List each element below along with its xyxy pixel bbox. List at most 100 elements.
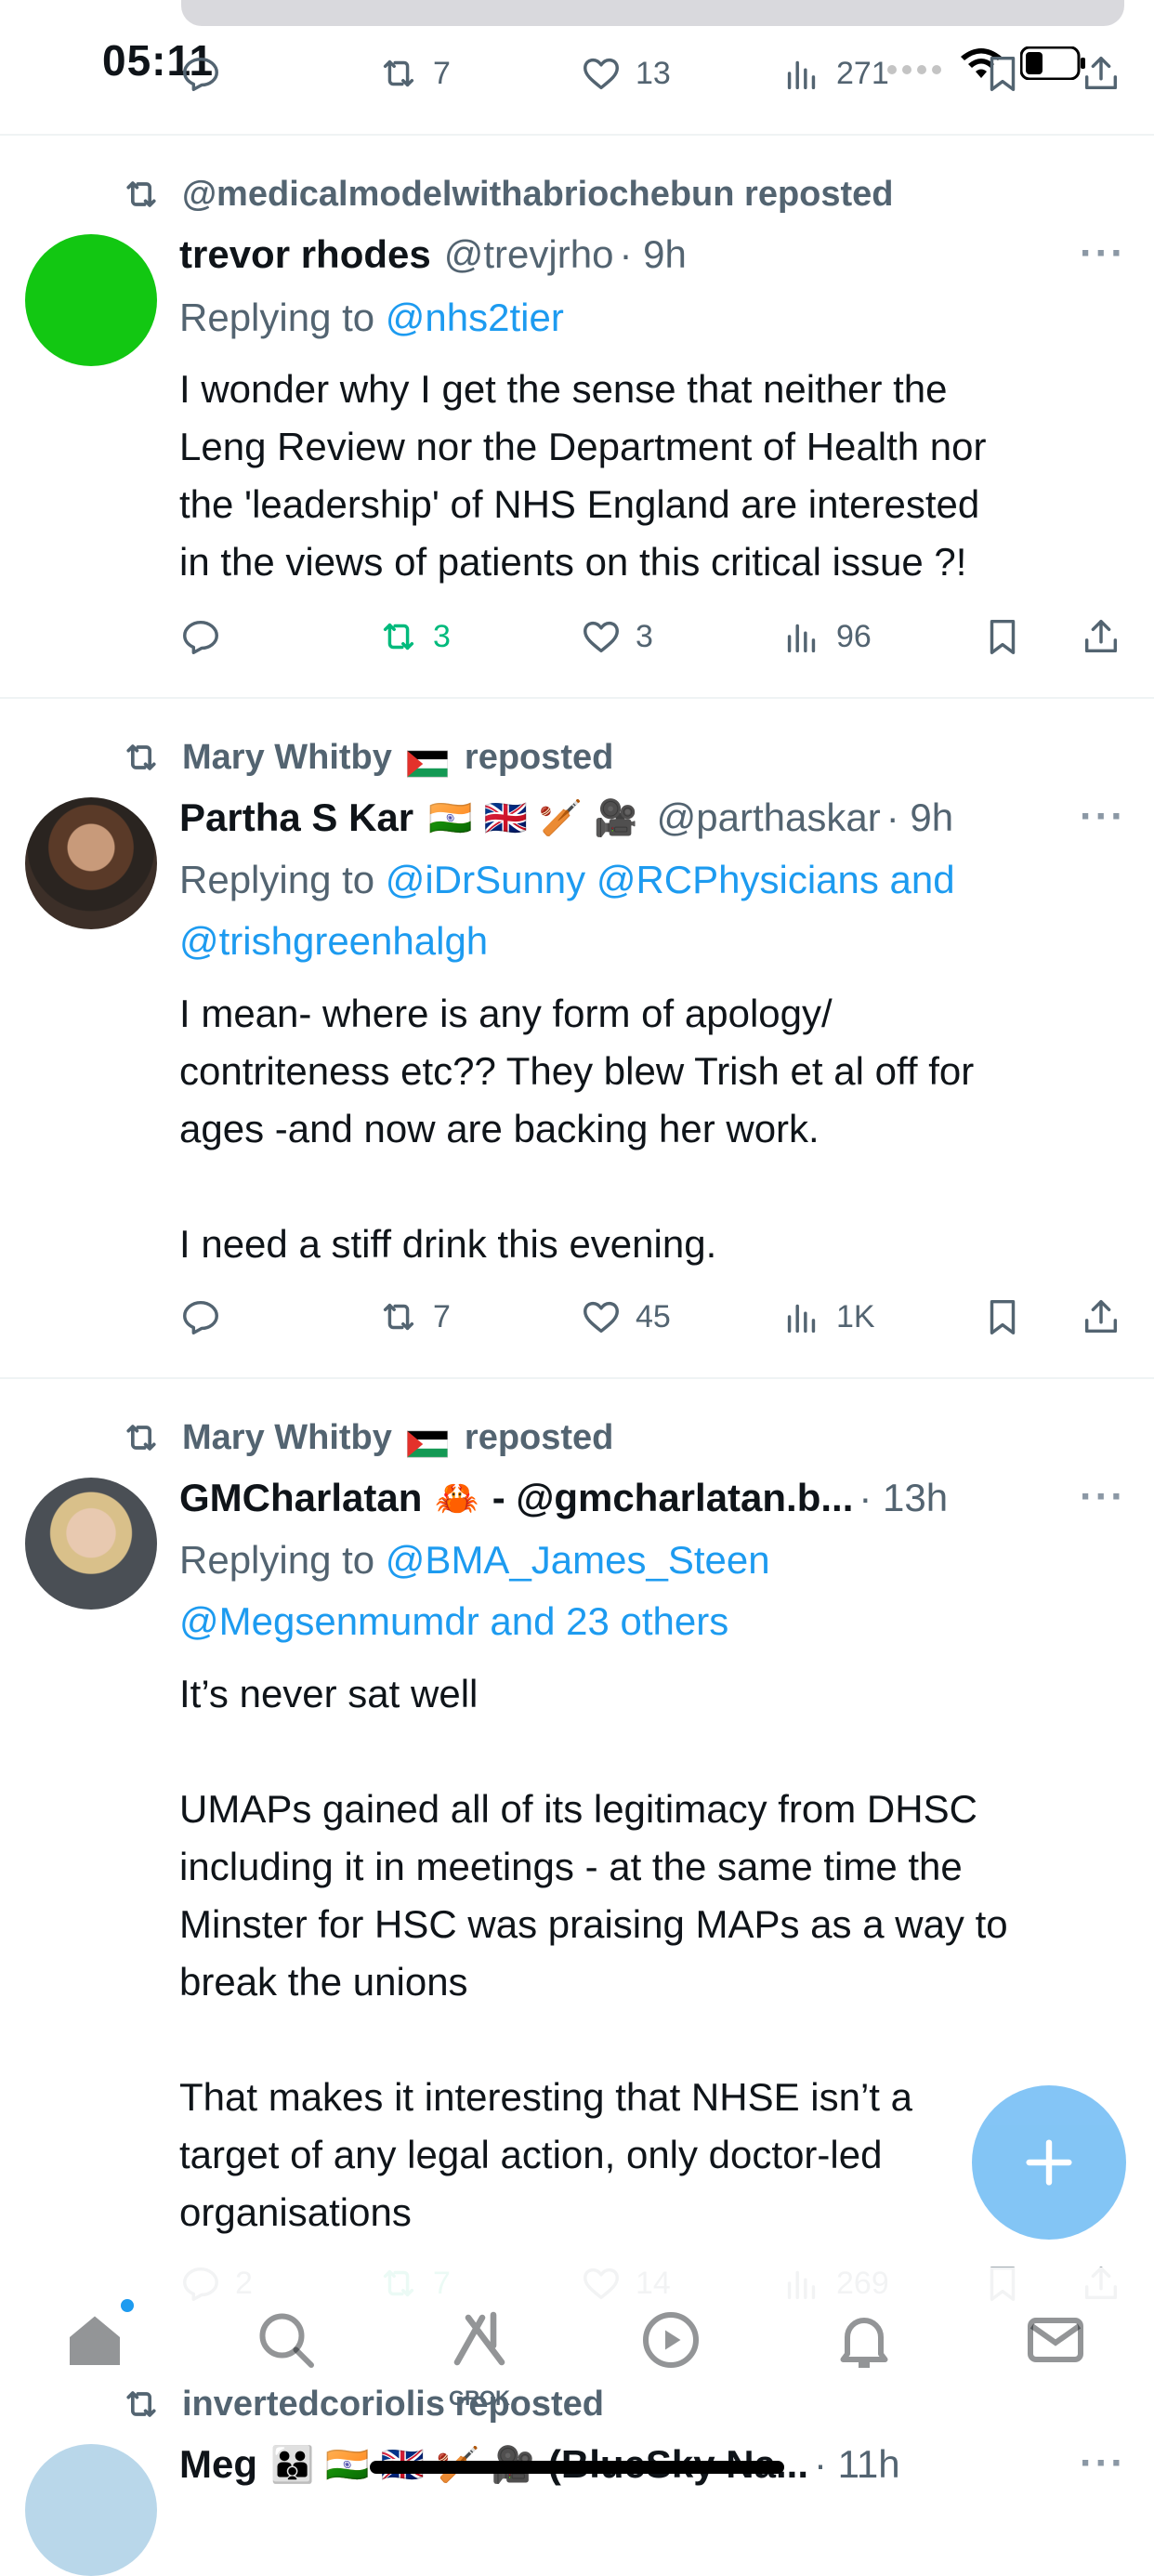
bookmark-button[interactable]: [981, 604, 1024, 669]
avatar[interactable]: [25, 234, 157, 366]
share-button[interactable]: [1080, 604, 1122, 669]
share-button[interactable]: [1080, 41, 1122, 106]
reply-icon: [183, 1300, 218, 1334]
notification-dot: [121, 2299, 134, 2312]
share-icon: [1084, 56, 1118, 90]
tweet-text: I wonder why I get the sense that neithe…: [179, 367, 987, 584]
tweet-header: Partha S Kar 🇮🇳 🇬🇧 🏏 🎥 @parthaskar · 9h: [179, 790, 953, 846]
tweet-text: I mean- where is any form of apology/ co…: [179, 992, 975, 1266]
author-name[interactable]: trevor rhodes: [179, 232, 431, 277]
retweet-count: 7: [433, 1298, 451, 1334]
replying-to: Replying to @nhs2tier: [179, 287, 564, 348]
author-handle[interactable]: @trevjrho: [444, 232, 614, 277]
reply-target-link[interactable]: @iDrSunny @RCPhysicians and: [386, 858, 955, 901]
replying-to-label: Replying to: [179, 296, 386, 339]
views-button[interactable]: 96: [780, 604, 872, 669]
views-button[interactable]: 1K: [780, 1284, 875, 1349]
author-name[interactable]: Meg: [179, 2442, 257, 2487]
tweet-divider: [0, 134, 1154, 136]
like-count: 45: [636, 1298, 671, 1334]
like-icon: [584, 58, 619, 90]
reply-icon: [183, 57, 218, 91]
author-name-rest[interactable]: - @gmcharlatan.b...: [492, 1476, 854, 1520]
retweet-icon: [126, 1425, 156, 1451]
tab-home[interactable]: [48, 2293, 141, 2386]
views-icon: [787, 1304, 816, 1334]
author-name[interactable]: Partha S Kar: [179, 795, 413, 840]
like-count: 3: [636, 618, 653, 654]
messages-icon: [1028, 2318, 1083, 2362]
repost-text: @medicalmodelwithabriochebun reposted: [182, 174, 894, 214]
views-count: 1K: [836, 1298, 875, 1334]
tab-search[interactable]: [240, 2293, 333, 2386]
replying-to: Replying to @BMA_James_Steen @Megsenmumd…: [179, 1530, 770, 1652]
repost-name[interactable]: Mary Whitby: [182, 1418, 392, 1458]
tweet-actions: 7 45 1K: [0, 1284, 1154, 1349]
retweet-icon: [383, 1303, 414, 1331]
like-icon: [584, 621, 619, 653]
like-button[interactable]: 13: [580, 41, 671, 106]
compose-button[interactable]: [972, 2085, 1126, 2240]
repost-name[interactable]: Mary Whitby: [182, 738, 392, 778]
like-button[interactable]: 3: [580, 604, 653, 669]
tab-video[interactable]: [624, 2293, 717, 2386]
tab-notifications[interactable]: [818, 2293, 911, 2386]
author-handle[interactable]: @parthaskar: [657, 795, 881, 840]
tweet-time: · 13h: [859, 1476, 949, 1519]
palestine-flag-icon: [406, 1424, 450, 1458]
retweet-button[interactable]: 7: [377, 41, 451, 106]
tweet-divider: [0, 1377, 1154, 1379]
retweet-icon: [126, 744, 156, 770]
retweet-icon: [126, 2391, 156, 2417]
like-button[interactable]: 45: [580, 1284, 671, 1349]
views-count: 271: [836, 55, 889, 91]
avatar[interactable]: [25, 1478, 157, 1610]
retweet-icon: [126, 181, 156, 207]
repost-indicator: Mary Whitby reposted: [121, 1414, 613, 1461]
retweet-button[interactable]: 7: [377, 1284, 451, 1349]
reply-button[interactable]: [179, 41, 235, 106]
retweet-button[interactable]: 3: [377, 604, 451, 669]
repost-indicator: invertedcoriolis reposted: [121, 2381, 604, 2427]
tweet-time: · 9h: [885, 795, 954, 839]
bookmark-icon: [990, 619, 1016, 654]
bookmark-button[interactable]: [981, 1284, 1024, 1349]
tweet-divider: [0, 697, 1154, 699]
replying-to-label: Replying to: [179, 1538, 386, 1582]
repost-suffix: reposted: [464, 1417, 614, 1457]
reply-target-link[interactable]: @Megsenmumdr and 23 others: [179, 1599, 728, 1643]
tweet-header: GMCharlatan 🦀 - @gmcharlatan.b... · 13h: [179, 1470, 948, 1526]
repost-suffix: reposted: [464, 737, 614, 777]
more-options-icon[interactable]: ···: [1080, 794, 1126, 840]
share-icon: [1084, 1299, 1118, 1334]
reply-target-link[interactable]: @BMA_James_Steen: [386, 1538, 770, 1582]
tab-grok[interactable]: GROK: [433, 2293, 526, 2410]
more-options-icon[interactable]: ···: [1080, 2440, 1126, 2487]
retweet-icon: [383, 59, 414, 87]
bookmark-icon: [990, 56, 1016, 91]
reply-target-link[interactable]: @trishgreenhalgh: [179, 919, 488, 963]
reply-target-link[interactable]: @nhs2tier: [386, 296, 564, 339]
avatar[interactable]: [25, 797, 157, 929]
replying-to: Replying to @iDrSunny @RCPhysicians and …: [179, 849, 955, 972]
share-button[interactable]: [1080, 1284, 1122, 1349]
author-name-emojis: 🇮🇳 🇬🇧 🏏 🎥: [428, 796, 638, 838]
reply-icon: [183, 620, 218, 654]
more-options-icon[interactable]: ···: [1080, 1474, 1126, 1520]
avatar[interactable]: [25, 2444, 157, 2576]
notifications-icon: [840, 2318, 888, 2368]
home-icon: [70, 2316, 120, 2365]
reply-button[interactable]: [179, 1284, 235, 1349]
more-options-icon[interactable]: ···: [1080, 230, 1126, 277]
views-button[interactable]: 271: [780, 41, 889, 106]
bookmark-button[interactable]: [981, 41, 1024, 106]
views-count: 96: [836, 618, 872, 654]
author-name[interactable]: GMCharlatan: [179, 1476, 422, 1520]
home-indicator: [370, 2461, 784, 2474]
views-icon: [787, 624, 816, 653]
reply-button[interactable]: [179, 604, 235, 669]
tweet-actions: 3 3 96: [0, 604, 1154, 669]
grok-icon: [453, 2311, 505, 2366]
repost-indicator: @medicalmodelwithabriochebun reposted: [121, 171, 894, 217]
tab-messages[interactable]: [1009, 2293, 1102, 2386]
